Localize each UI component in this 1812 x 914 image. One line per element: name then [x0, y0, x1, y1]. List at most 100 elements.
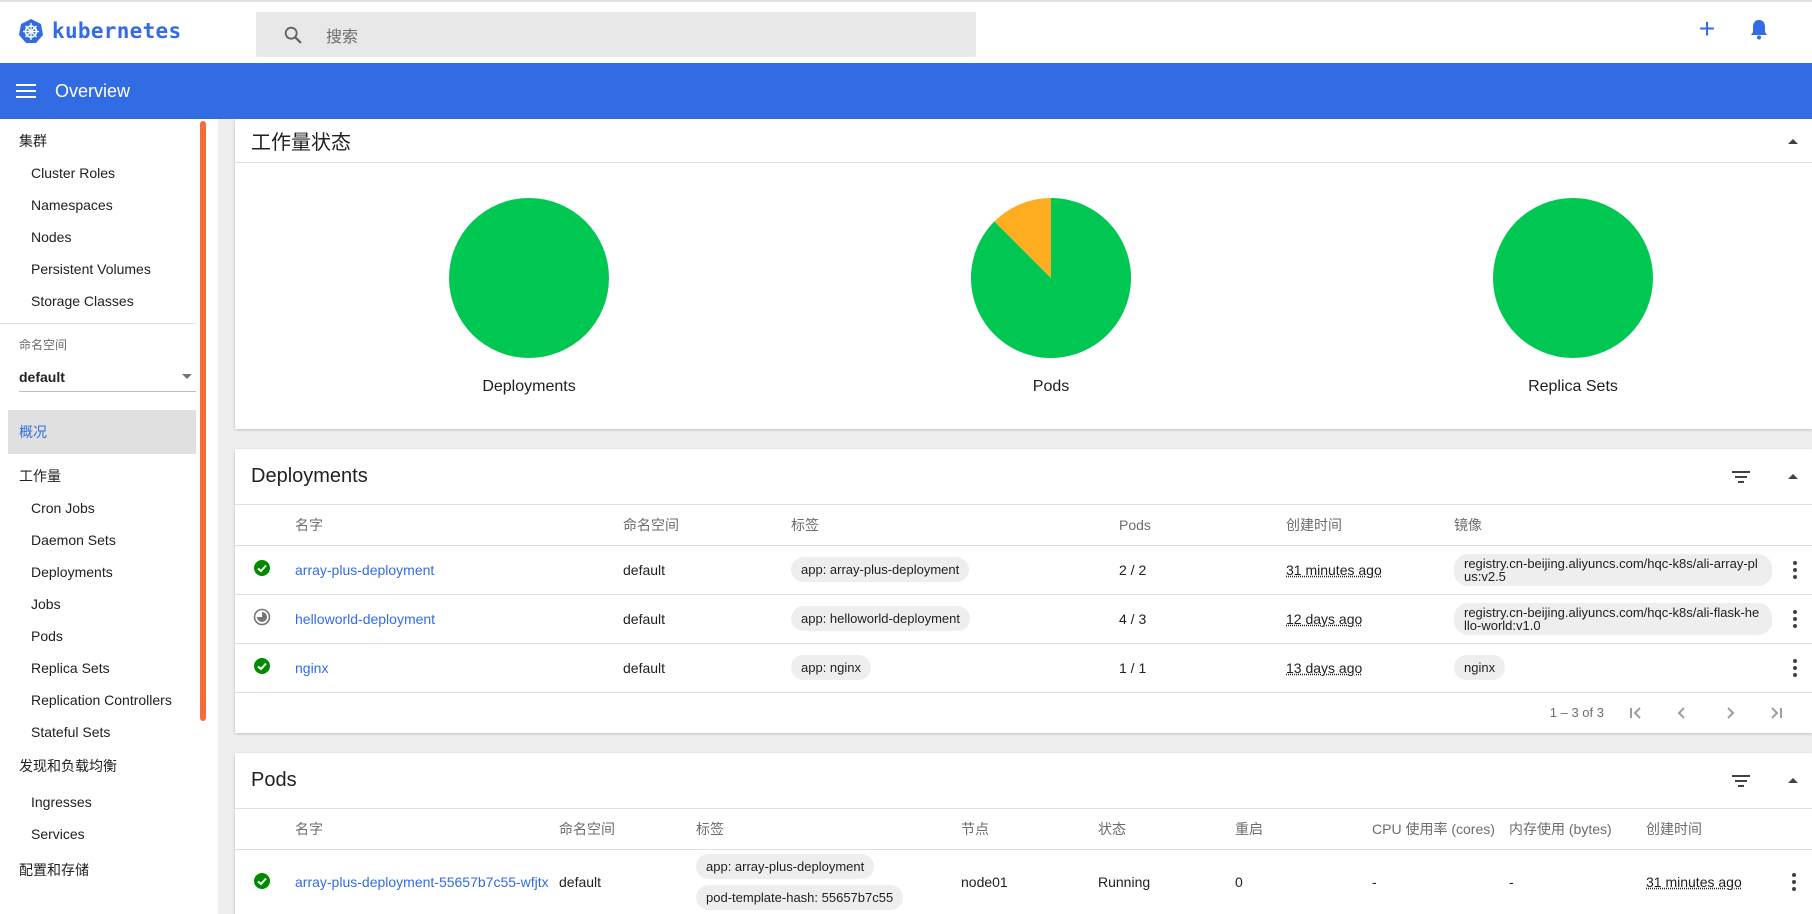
sidebar-item-replica-sets[interactable]: Replica Sets — [0, 652, 218, 684]
create-button[interactable]: + — [1694, 13, 1720, 44]
filter-icon[interactable] — [1730, 770, 1752, 792]
more-vert-icon[interactable] — [1784, 609, 1806, 628]
check-circle-icon — [254, 560, 270, 576]
sidebar-header-cluster[interactable]: 集群 — [0, 125, 218, 157]
sidebar-header-config[interactable]: 配置和存储 — [0, 854, 218, 886]
deployments-pie — [449, 198, 609, 358]
column-header-labels: 标签 — [696, 809, 961, 850]
namespace-value: default — [19, 368, 65, 385]
workload-status-header: 工作量状态 — [235, 119, 1812, 163]
column-header-restarts: 重启 — [1235, 809, 1372, 850]
column-header-name[interactable]: 名字 — [295, 505, 623, 546]
search-bar[interactable]: 搜索 — [256, 12, 976, 57]
first-page-icon[interactable] — [1626, 703, 1646, 723]
sidebar-item-namespaces[interactable]: Namespaces — [0, 189, 218, 221]
deployments-card: Deployments 名字 命名空间 标签 Pods 创建时间 镜像 arra… — [235, 449, 1812, 733]
sidebar-header-discovery[interactable]: 发现和负载均衡 — [0, 750, 218, 782]
sidebar-item-storage-classes[interactable]: Storage Classes — [0, 285, 218, 317]
pod-created: 31 minutes ago — [1646, 874, 1742, 890]
last-page-icon[interactable] — [1766, 703, 1786, 723]
replica-sets-chart-label: Replica Sets — [1528, 378, 1618, 395]
search-input[interactable]: 搜索 — [326, 23, 358, 47]
sidebar-item-replication-controllers[interactable]: Replication Controllers — [0, 684, 218, 716]
deployment-namespace: default — [623, 545, 791, 595]
namespace-select[interactable]: default — [19, 362, 196, 392]
pod-cpu: - — [1372, 849, 1509, 914]
sidebar-scrollbar[interactable] — [200, 121, 206, 721]
sidebar-item-nodes[interactable]: Nodes — [0, 221, 218, 253]
sidebar-item-cluster-roles[interactable]: Cluster Roles — [0, 157, 218, 189]
logo-text: kubernetes — [52, 19, 182, 43]
sidebar-item-persistent-volumes[interactable]: Persistent Volumes — [0, 253, 218, 285]
sidebar-item-daemon-sets[interactable]: Daemon Sets — [0, 524, 218, 556]
column-header-namespace: 命名空间 — [559, 809, 696, 850]
sidebar-item-deployments[interactable]: Deployments — [0, 556, 218, 588]
app-bar: Overview — [0, 63, 1812, 119]
next-page-icon[interactable] — [1720, 703, 1740, 723]
table-row: nginx default app: nginx 1 / 1 13 days a… — [235, 643, 1812, 693]
previous-page-icon[interactable] — [1672, 703, 1692, 723]
pod-memory: - — [1509, 849, 1646, 914]
deployment-namespace: default — [623, 594, 791, 644]
chevron-down-icon — [182, 374, 192, 379]
sidebar-item-stateful-sets[interactable]: Stateful Sets — [0, 716, 218, 748]
sidebar-item-jobs[interactable]: Jobs — [0, 588, 218, 620]
sidebar-item-cron-jobs[interactable]: Cron Jobs — [0, 492, 218, 524]
sidebar-header-workloads[interactable]: 工作量 — [0, 460, 218, 492]
deployment-created: 12 days ago — [1286, 610, 1363, 627]
label-chip: app: array-plus-deployment — [696, 854, 875, 879]
column-header-created[interactable]: 创建时间 — [1286, 505, 1454, 546]
top-actions: + — [1694, 13, 1772, 44]
chevron-up-icon[interactable] — [1784, 772, 1802, 790]
chevron-up-icon[interactable] — [1784, 468, 1802, 486]
deployment-pods: 2 / 2 — [1119, 545, 1286, 595]
namespace-label: 命名空间 — [19, 338, 68, 352]
pod-status: Running — [1098, 849, 1235, 914]
column-header-cpu: CPU 使用率 (cores) — [1372, 809, 1509, 850]
deployments-chart: Deployments — [429, 197, 629, 396]
search-icon — [284, 26, 302, 43]
more-vert-icon[interactable] — [1784, 560, 1806, 579]
status-column-header — [235, 505, 295, 546]
deployment-name-link[interactable]: helloworld-deployment — [295, 611, 435, 627]
deployment-created: 13 days ago — [1286, 659, 1363, 676]
status-column-header — [235, 809, 295, 850]
table-row: helloworld-deployment default app: hello… — [235, 594, 1812, 644]
pager-range: 1 – 3 of 3 — [1549, 704, 1604, 720]
column-header-labels: 标签 — [791, 505, 1119, 546]
main-content: 工作量状态 Deployments Pods Replica Sets Depl… — [218, 119, 1812, 914]
kubernetes-logo[interactable]: kubernetes — [18, 18, 181, 44]
check-circle-icon — [254, 872, 270, 889]
column-header-images: 镜像 — [1454, 505, 1784, 546]
column-header-namespace: 命名空间 — [623, 505, 791, 546]
notifications-button[interactable] — [1746, 16, 1772, 42]
deployment-name-link[interactable]: array-plus-deployment — [295, 562, 434, 578]
chevron-up-icon[interactable] — [1784, 133, 1802, 151]
column-header-status: 状态 — [1098, 809, 1235, 850]
actions-column-header — [1783, 809, 1812, 850]
pods-chart: Pods — [951, 197, 1151, 396]
deployments-paginator: 1 – 3 of 3 — [235, 693, 1812, 733]
more-vert-icon[interactable] — [1783, 873, 1805, 891]
sidebar-item-ingresses[interactable]: Ingresses — [0, 786, 218, 818]
sidebar-item-pods[interactable]: Pods — [0, 620, 218, 652]
pod-name-link[interactable]: array-plus-deployment-55657b7c55-wfjtx — [295, 874, 549, 890]
filter-icon[interactable] — [1730, 466, 1752, 488]
sidebar-item-services[interactable]: Services — [0, 818, 218, 850]
pod-node: node01 — [961, 849, 1098, 914]
more-vert-icon[interactable] — [1784, 658, 1806, 677]
deployment-name-link[interactable]: nginx — [295, 660, 328, 676]
bell-icon — [1751, 20, 1767, 40]
table-row: array-plus-deployment default app: array… — [235, 545, 1812, 595]
menu-icon[interactable] — [16, 79, 40, 103]
column-header-created[interactable]: 创建时间 — [1646, 809, 1783, 850]
workload-status-card: 工作量状态 Deployments Pods Replica Sets — [235, 119, 1812, 429]
image-chip: registry.cn-beijing.aliyuncs.com/hqc-k8s… — [1454, 553, 1772, 586]
pods-pie — [971, 198, 1131, 358]
column-header-name[interactable]: 名字 — [295, 809, 559, 850]
workload-charts: Deployments Pods Replica Sets — [235, 163, 1812, 429]
sidebar-item-overview[interactable]: 概况 — [8, 410, 196, 454]
page-title: Overview — [55, 80, 131, 101]
plus-icon: + — [1698, 13, 1716, 44]
replica-sets-pie — [1493, 198, 1653, 358]
